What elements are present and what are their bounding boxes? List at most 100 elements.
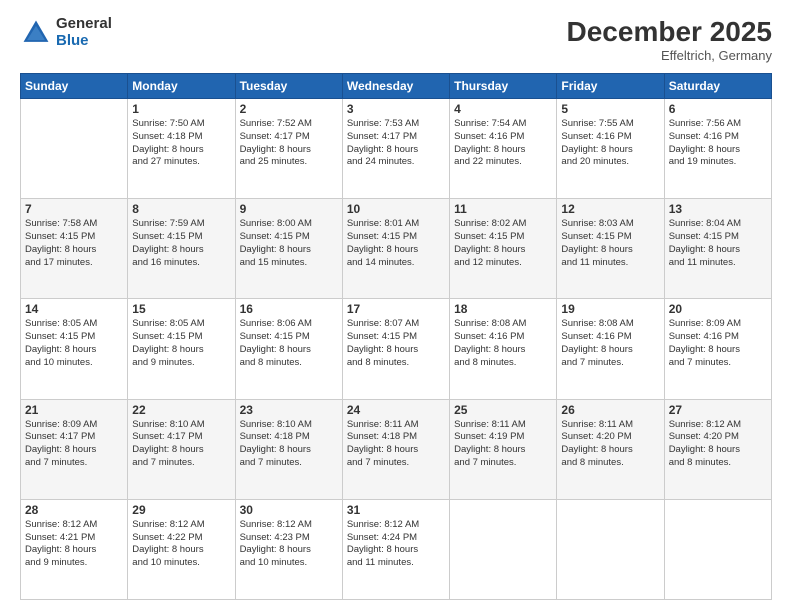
calendar-cell: 14 Sunrise: 8:05 AM Sunset: 4:15 PM Dayli… bbox=[21, 299, 128, 399]
day-number: 26 bbox=[561, 403, 659, 417]
day-number: 16 bbox=[240, 302, 338, 316]
day-info: Sunrise: 8:11 AM Sunset: 4:18 PM Dayligh… bbox=[347, 419, 445, 470]
day-number: 14 bbox=[25, 302, 123, 316]
day-number: 21 bbox=[25, 403, 123, 417]
calendar-cell: 5 Sunrise: 7:55 AM Sunset: 4:16 PM Daylig… bbox=[557, 99, 664, 199]
calendar-cell: 1 Sunrise: 7:50 AM Sunset: 4:18 PM Daylig… bbox=[128, 99, 235, 199]
day-number: 4 bbox=[454, 102, 552, 116]
day-info: Sunrise: 8:12 AM Sunset: 4:23 PM Dayligh… bbox=[240, 519, 338, 570]
calendar-cell bbox=[450, 499, 557, 599]
day-info: Sunrise: 8:04 AM Sunset: 4:15 PM Dayligh… bbox=[669, 218, 767, 269]
day-number: 15 bbox=[132, 302, 230, 316]
day-info: Sunrise: 7:50 AM Sunset: 4:18 PM Dayligh… bbox=[132, 118, 230, 169]
day-info: Sunrise: 7:56 AM Sunset: 4:16 PM Dayligh… bbox=[669, 118, 767, 169]
calendar-cell bbox=[557, 499, 664, 599]
calendar-cell: 7Sunrise: 7:58 AM Sunset: 4:15 PM Daylig… bbox=[21, 199, 128, 299]
week-row-2: 7Sunrise: 7:58 AM Sunset: 4:15 PM Daylig… bbox=[21, 199, 772, 299]
calendar-cell: 18 Sunrise: 8:08 AM Sunset: 4:16 PM Dayli… bbox=[450, 299, 557, 399]
calendar-cell: 31 Sunrise: 8:12 AM Sunset: 4:24 PM Dayli… bbox=[342, 499, 449, 599]
logo-text: General Blue bbox=[56, 16, 112, 49]
calendar-cell: 24Sunrise: 8:11 AM Sunset: 4:18 PM Dayli… bbox=[342, 399, 449, 499]
day-header-tuesday: Tuesday bbox=[235, 74, 342, 99]
day-info: Sunrise: 8:06 AM Sunset: 4:15 PM Dayligh… bbox=[240, 318, 338, 369]
day-info: Sunrise: 8:05 AM Sunset: 4:15 PM Dayligh… bbox=[25, 318, 123, 369]
day-header-monday: Monday bbox=[128, 74, 235, 99]
week-row-4: 21 Sunrise: 8:09 AM Sunset: 4:17 PM Dayli… bbox=[21, 399, 772, 499]
day-info: Sunrise: 8:02 AM Sunset: 4:15 PM Dayligh… bbox=[454, 218, 552, 269]
calendar-cell: 19 Sunrise: 8:08 AM Sunset: 4:16 PM Dayli… bbox=[557, 299, 664, 399]
day-info: Sunrise: 8:11 AM Sunset: 4:19 PM Dayligh… bbox=[454, 419, 552, 470]
calendar-cell bbox=[664, 499, 771, 599]
calendar-cell: 8 Sunrise: 7:59 AM Sunset: 4:15 PM Daylig… bbox=[128, 199, 235, 299]
day-info: Sunrise: 8:03 AM Sunset: 4:15 PM Dayligh… bbox=[561, 218, 659, 269]
calendar-cell: 13 Sunrise: 8:04 AM Sunset: 4:15 PM Dayli… bbox=[664, 199, 771, 299]
day-info: Sunrise: 8:12 AM Sunset: 4:21 PM Dayligh… bbox=[25, 519, 123, 570]
calendar-cell: 27Sunrise: 8:12 AM Sunset: 4:20 PM Dayli… bbox=[664, 399, 771, 499]
logo: General Blue bbox=[20, 16, 112, 49]
calendar-cell: 2Sunrise: 7:52 AM Sunset: 4:17 PM Daylig… bbox=[235, 99, 342, 199]
calendar-cell: 4 Sunrise: 7:54 AM Sunset: 4:16 PM Daylig… bbox=[450, 99, 557, 199]
day-number: 10 bbox=[347, 202, 445, 216]
calendar-cell: 21 Sunrise: 8:09 AM Sunset: 4:17 PM Dayli… bbox=[21, 399, 128, 499]
day-info: Sunrise: 7:53 AM Sunset: 4:17 PM Dayligh… bbox=[347, 118, 445, 169]
calendar-cell: 23Sunrise: 8:10 AM Sunset: 4:18 PM Dayli… bbox=[235, 399, 342, 499]
month-title: December 2025 bbox=[567, 16, 772, 48]
day-info: Sunrise: 8:11 AM Sunset: 4:20 PM Dayligh… bbox=[561, 419, 659, 470]
calendar-cell: 17 Sunrise: 8:07 AM Sunset: 4:15 PM Dayli… bbox=[342, 299, 449, 399]
calendar-cell: 22Sunrise: 8:10 AM Sunset: 4:17 PM Dayli… bbox=[128, 399, 235, 499]
day-info: Sunrise: 7:55 AM Sunset: 4:16 PM Dayligh… bbox=[561, 118, 659, 169]
calendar-cell: 12 Sunrise: 8:03 AM Sunset: 4:15 PM Dayli… bbox=[557, 199, 664, 299]
day-number: 13 bbox=[669, 202, 767, 216]
calendar-cell: 6 Sunrise: 7:56 AM Sunset: 4:16 PM Daylig… bbox=[664, 99, 771, 199]
day-number: 6 bbox=[669, 102, 767, 116]
calendar-cell: 29 Sunrise: 8:12 AM Sunset: 4:22 PM Dayli… bbox=[128, 499, 235, 599]
day-number: 12 bbox=[561, 202, 659, 216]
day-info: Sunrise: 8:12 AM Sunset: 4:22 PM Dayligh… bbox=[132, 519, 230, 570]
day-number: 20 bbox=[669, 302, 767, 316]
day-number: 29 bbox=[132, 503, 230, 517]
day-info: Sunrise: 8:08 AM Sunset: 4:16 PM Dayligh… bbox=[561, 318, 659, 369]
header: General Blue December 2025 Effeltrich, G… bbox=[20, 16, 772, 63]
day-header-wednesday: Wednesday bbox=[342, 74, 449, 99]
day-number: 8 bbox=[132, 202, 230, 216]
day-number: 18 bbox=[454, 302, 552, 316]
day-info: Sunrise: 8:09 AM Sunset: 4:16 PM Dayligh… bbox=[669, 318, 767, 369]
logo-blue-text: Blue bbox=[56, 33, 112, 50]
calendar-cell: 30 Sunrise: 8:12 AM Sunset: 4:23 PM Dayli… bbox=[235, 499, 342, 599]
week-row-1: 1 Sunrise: 7:50 AM Sunset: 4:18 PM Daylig… bbox=[21, 99, 772, 199]
day-number: 2 bbox=[240, 102, 338, 116]
day-number: 9 bbox=[240, 202, 338, 216]
day-header-saturday: Saturday bbox=[664, 74, 771, 99]
day-number: 19 bbox=[561, 302, 659, 316]
day-info: Sunrise: 7:59 AM Sunset: 4:15 PM Dayligh… bbox=[132, 218, 230, 269]
calendar-cell: 26 Sunrise: 8:11 AM Sunset: 4:20 PM Dayli… bbox=[557, 399, 664, 499]
day-number: 31 bbox=[347, 503, 445, 517]
calendar-cell: 20 Sunrise: 8:09 AM Sunset: 4:16 PM Dayli… bbox=[664, 299, 771, 399]
day-number: 1 bbox=[132, 102, 230, 116]
calendar-cell: 9 Sunrise: 8:00 AM Sunset: 4:15 PM Daylig… bbox=[235, 199, 342, 299]
day-info: Sunrise: 8:07 AM Sunset: 4:15 PM Dayligh… bbox=[347, 318, 445, 369]
calendar-cell: 10Sunrise: 8:01 AM Sunset: 4:15 PM Dayli… bbox=[342, 199, 449, 299]
location: Effeltrich, Germany bbox=[567, 48, 772, 63]
calendar-cell bbox=[21, 99, 128, 199]
calendar-cell: 16 Sunrise: 8:06 AM Sunset: 4:15 PM Dayli… bbox=[235, 299, 342, 399]
day-number: 5 bbox=[561, 102, 659, 116]
day-info: Sunrise: 7:54 AM Sunset: 4:16 PM Dayligh… bbox=[454, 118, 552, 169]
day-info: Sunrise: 8:00 AM Sunset: 4:15 PM Dayligh… bbox=[240, 218, 338, 269]
logo-icon bbox=[20, 17, 52, 49]
day-number: 25 bbox=[454, 403, 552, 417]
calendar-cell: 11Sunrise: 8:02 AM Sunset: 4:15 PM Dayli… bbox=[450, 199, 557, 299]
day-info: Sunrise: 8:08 AM Sunset: 4:16 PM Dayligh… bbox=[454, 318, 552, 369]
day-header-thursday: Thursday bbox=[450, 74, 557, 99]
day-number: 30 bbox=[240, 503, 338, 517]
day-info: Sunrise: 8:12 AM Sunset: 4:24 PM Dayligh… bbox=[347, 519, 445, 570]
day-number: 23 bbox=[240, 403, 338, 417]
day-number: 22 bbox=[132, 403, 230, 417]
week-row-5: 28Sunrise: 8:12 AM Sunset: 4:21 PM Dayli… bbox=[21, 499, 772, 599]
calendar-cell: 28Sunrise: 8:12 AM Sunset: 4:21 PM Dayli… bbox=[21, 499, 128, 599]
day-header-sunday: Sunday bbox=[21, 74, 128, 99]
day-number: 17 bbox=[347, 302, 445, 316]
day-info: Sunrise: 8:12 AM Sunset: 4:20 PM Dayligh… bbox=[669, 419, 767, 470]
calendar-cell: 3Sunrise: 7:53 AM Sunset: 4:17 PM Daylig… bbox=[342, 99, 449, 199]
day-info: Sunrise: 8:09 AM Sunset: 4:17 PM Dayligh… bbox=[25, 419, 123, 470]
